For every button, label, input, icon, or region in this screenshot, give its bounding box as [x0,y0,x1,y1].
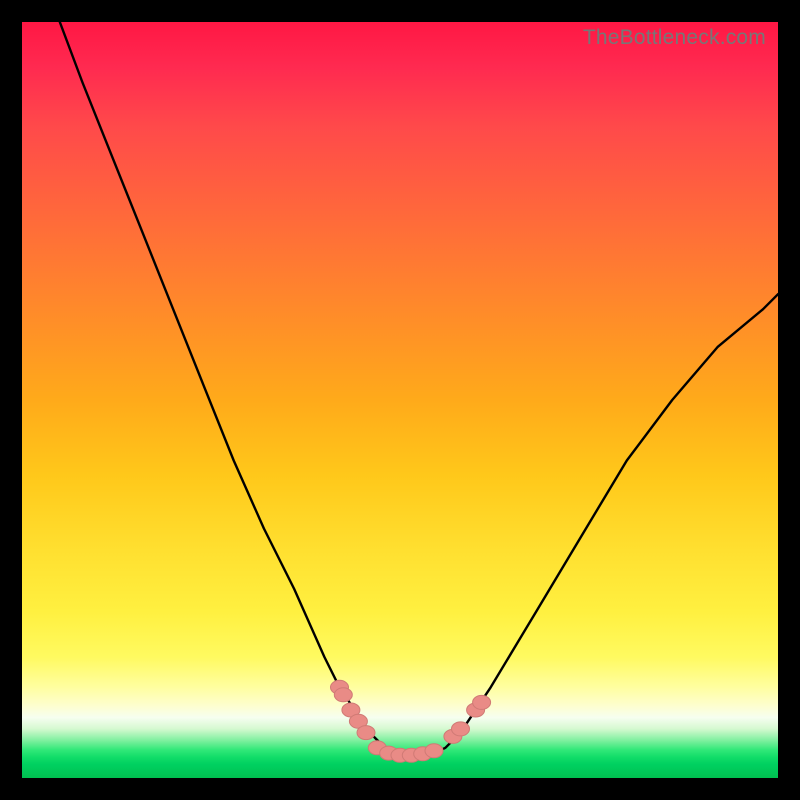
marker-right-ramp [452,722,470,736]
marker-left-ramp [357,726,375,740]
chart-frame: TheBottleneck.com [0,0,800,800]
plot-area: TheBottleneck.com [22,22,778,778]
marker-left-ramp [334,688,352,702]
valley-markers [331,680,491,762]
chart-overlay [22,22,778,778]
marker-right-ramp [473,695,491,709]
bottleneck-curve [60,22,778,755]
marker-valley-floor [425,744,443,758]
